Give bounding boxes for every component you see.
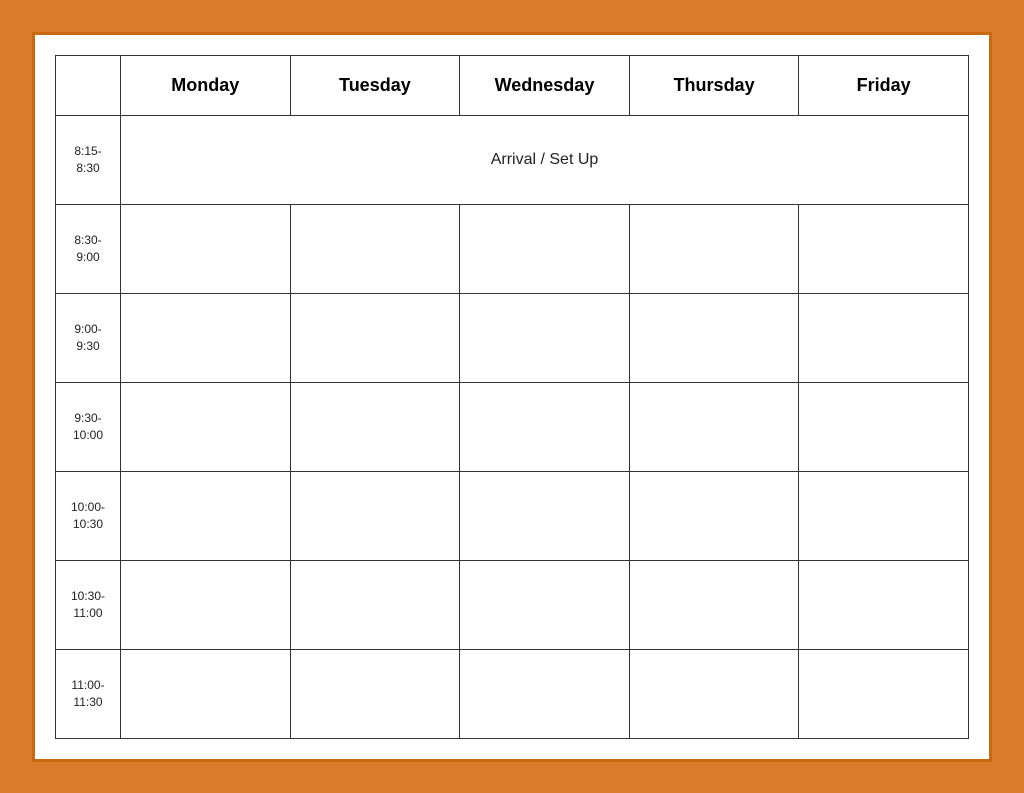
schedule-cell: [290, 293, 460, 382]
time-cell: 10:00- 10:30: [56, 471, 121, 560]
arrival-cell: Arrival / Set Up: [121, 115, 969, 204]
schedule-cell: [799, 382, 969, 471]
time-cell: 10:30- 11:00: [56, 560, 121, 649]
time-cell: 8:15- 8:30: [56, 115, 121, 204]
time-cell: 9:30- 10:00: [56, 382, 121, 471]
schedule-cell: [121, 293, 291, 382]
schedule-cell: [290, 382, 460, 471]
schedule-cell: [799, 471, 969, 560]
table-row: 9:30- 10:00: [56, 382, 969, 471]
schedule-cell: [121, 649, 291, 738]
schedule-cell: [460, 204, 630, 293]
schedule-cell: [121, 204, 291, 293]
schedule-table: Monday Tuesday Wednesday Thursday Friday…: [55, 55, 969, 739]
time-cell: 9:00- 9:30: [56, 293, 121, 382]
header-time: [56, 55, 121, 115]
page-container: Monday Tuesday Wednesday Thursday Friday…: [32, 32, 992, 762]
schedule-cell: [460, 382, 630, 471]
schedule-cell: [290, 471, 460, 560]
table-row: 8:30- 9:00: [56, 204, 969, 293]
header-wednesday: Wednesday: [460, 55, 630, 115]
schedule-cell: [799, 204, 969, 293]
header-friday: Friday: [799, 55, 969, 115]
schedule-cell: [629, 204, 799, 293]
schedule-cell: [799, 560, 969, 649]
schedule-cell: [121, 382, 291, 471]
schedule-cell: [460, 293, 630, 382]
schedule-cell: [629, 649, 799, 738]
schedule-cell: [290, 560, 460, 649]
schedule-cell: [629, 471, 799, 560]
time-cell: 11:00- 11:30: [56, 649, 121, 738]
schedule-cell: [799, 293, 969, 382]
table-row: 10:00- 10:30: [56, 471, 969, 560]
header-thursday: Thursday: [629, 55, 799, 115]
time-cell: 8:30- 9:00: [56, 204, 121, 293]
schedule-cell: [121, 560, 291, 649]
table-row: 8:15- 8:30Arrival / Set Up: [56, 115, 969, 204]
schedule-cell: [460, 560, 630, 649]
table-row: 11:00- 11:30: [56, 649, 969, 738]
schedule-cell: [629, 382, 799, 471]
table-row: 9:00- 9:30: [56, 293, 969, 382]
header-monday: Monday: [121, 55, 291, 115]
header-tuesday: Tuesday: [290, 55, 460, 115]
schedule-cell: [290, 649, 460, 738]
schedule-cell: [629, 560, 799, 649]
schedule-cell: [460, 649, 630, 738]
schedule-cell: [121, 471, 291, 560]
schedule-cell: [799, 649, 969, 738]
schedule-cell: [460, 471, 630, 560]
table-row: 10:30- 11:00: [56, 560, 969, 649]
schedule-cell: [290, 204, 460, 293]
schedule-cell: [629, 293, 799, 382]
